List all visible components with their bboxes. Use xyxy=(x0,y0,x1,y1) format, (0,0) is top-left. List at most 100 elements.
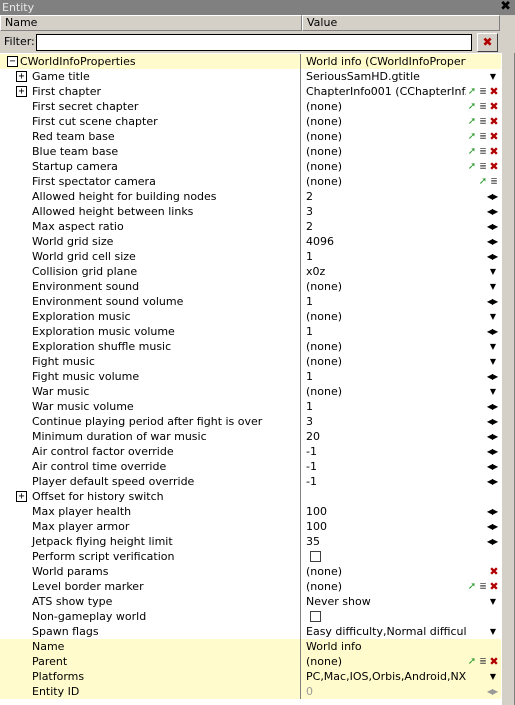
spinner-arrows-icon[interactable]: ◀▶ xyxy=(485,446,499,458)
property-value-cell[interactable]: -1 ◀▶ xyxy=(302,444,501,459)
collapse-minus-icon[interactable]: − xyxy=(7,56,18,67)
property-value-cell[interactable] xyxy=(302,489,501,504)
close-icon[interactable]: ✖ xyxy=(500,0,511,14)
property-row[interactable]: Exploration music volume 1 ◀▶ xyxy=(0,324,501,339)
dropdown-arrow-icon[interactable]: ▼ xyxy=(487,356,499,368)
dropdown-arrow-icon[interactable]: ▼ xyxy=(487,626,499,638)
spinner-arrows-icon[interactable]: ◀▶ xyxy=(485,461,499,473)
property-row[interactable]: Spawn flags Easy difficulty,Normal diffic… xyxy=(0,624,501,639)
property-row[interactable]: First cut scene chapter (none) ➚ ≣ ✖ xyxy=(0,114,501,129)
property-row[interactable]: Platforms PC,Mac,IOS,Orbis,Android,NX,Dur… xyxy=(0,669,501,684)
list-icon[interactable]: ≣ xyxy=(478,581,488,593)
list-icon[interactable]: ≣ xyxy=(478,116,488,128)
property-value-cell[interactable]: World info (CWorldInfoProperties) xyxy=(302,54,501,69)
property-value-cell[interactable]: ChapterInfo001 (CChapterInf... ➚ ≣ ✖ xyxy=(302,84,501,99)
property-row[interactable]: Red team base (none) ➚ ≣ ✖ xyxy=(0,129,501,144)
property-row[interactable]: Perform script verification xyxy=(0,549,501,564)
pick-icon[interactable]: ➚ xyxy=(467,86,477,98)
property-value-cell[interactable]: World info xyxy=(302,639,501,654)
property-row[interactable]: Max player health 100 ◀▶ xyxy=(0,504,501,519)
property-row[interactable]: Continue playing period after fight is o… xyxy=(0,414,501,429)
property-row[interactable]: Non-gameplay world xyxy=(0,609,501,624)
property-checkbox[interactable] xyxy=(310,611,321,622)
property-value-cell[interactable]: 35 ◀▶ xyxy=(302,534,501,549)
spinner-arrows-icon[interactable]: ◀▶ xyxy=(485,506,499,518)
property-row[interactable]: War music (none) ▼ xyxy=(0,384,501,399)
dropdown-arrow-icon[interactable]: ▼ xyxy=(487,386,499,398)
property-value-cell[interactable]: (none) ➚ ≣ ✖ xyxy=(302,114,501,129)
spinner-arrows-icon[interactable]: ◀▶ xyxy=(485,191,499,203)
delete-icon[interactable]: ✖ xyxy=(489,100,499,113)
dropdown-arrow-icon[interactable]: ▼ xyxy=(487,281,499,293)
spinner-arrows-icon[interactable]: ◀▶ xyxy=(485,476,499,488)
pick-icon[interactable]: ➚ xyxy=(478,176,488,188)
list-icon[interactable]: ≣ xyxy=(478,146,488,158)
property-row[interactable]: World params (none) ✖ xyxy=(0,564,501,579)
property-row[interactable]: Name World info xyxy=(0,639,501,654)
property-row[interactable]: Fight music volume 1 ◀▶ xyxy=(0,369,501,384)
property-row[interactable]: Player default speed override -1 ◀▶ xyxy=(0,474,501,489)
property-row[interactable]: World grid size 4096 ◀▶ xyxy=(0,234,501,249)
spinner-arrows-icon[interactable]: ◀▶ xyxy=(485,536,499,548)
property-value-cell[interactable]: (none) ➚ ≣ ✖ xyxy=(302,144,501,159)
column-header-value[interactable]: Value xyxy=(302,15,500,31)
column-header-name[interactable]: Name xyxy=(0,15,302,31)
property-row[interactable]: Collision grid plane x0z ▼ xyxy=(0,264,501,279)
pick-icon[interactable]: ➚ xyxy=(467,581,477,593)
property-value-cell[interactable]: PC,Mac,IOS,Orbis,Android,NX,Dura... ▼ xyxy=(302,669,501,684)
property-row[interactable]: World grid cell size 1 ◀▶ xyxy=(0,249,501,264)
property-row[interactable]: First secret chapter (none) ➚ ≣ ✖ xyxy=(0,99,501,114)
property-value-cell[interactable]: -1 ◀▶ xyxy=(302,459,501,474)
property-row[interactable]: Minimum duration of war music 20 ◀▶ xyxy=(0,429,501,444)
property-value-cell[interactable]: 0 ◀▶ xyxy=(302,684,501,699)
property-row[interactable]: Entity ID 0 ◀▶ xyxy=(0,684,501,699)
property-value-cell[interactable]: (none) ▼ xyxy=(302,354,501,369)
property-row[interactable]: ATS show type Never show ▼ xyxy=(0,594,501,609)
property-row[interactable]: Max aspect ratio 2 ◀▶ xyxy=(0,219,501,234)
property-value-cell[interactable]: 1 ◀▶ xyxy=(302,399,501,414)
property-checkbox[interactable] xyxy=(310,551,321,562)
property-value-cell[interactable]: 1 ◀▶ xyxy=(302,294,501,309)
property-value-cell[interactable]: (none) ➚ ≣ ✖ xyxy=(302,654,501,669)
property-row[interactable]: Exploration shuffle music (none) ▼ xyxy=(0,339,501,354)
spinner-arrows-icon[interactable]: ◀▶ xyxy=(485,431,499,443)
delete-icon[interactable]: ✖ xyxy=(489,565,499,578)
property-value-cell[interactable]: (none) ➚ ≣ ✖ xyxy=(302,129,501,144)
property-row[interactable]: Startup camera (none) ➚ ≣ ✖ xyxy=(0,159,501,174)
property-row[interactable]: Max player armor 100 ◀▶ xyxy=(0,519,501,534)
delete-icon[interactable]: ✖ xyxy=(489,85,499,98)
expand-plus-icon[interactable]: + xyxy=(16,86,27,97)
list-icon[interactable]: ≣ xyxy=(478,131,488,143)
property-value-cell[interactable]: (none) ▼ xyxy=(302,384,501,399)
property-row[interactable]: Fight music (none) ▼ xyxy=(0,354,501,369)
property-row[interactable]: Allowed height for building nodes 2 ◀▶ xyxy=(0,189,501,204)
delete-icon[interactable]: ✖ xyxy=(489,145,499,158)
property-value-cell[interactable]: SeriousSamHD.gtitle ▼ xyxy=(302,69,501,84)
dropdown-arrow-icon[interactable]: ▼ xyxy=(487,266,499,278)
property-value-cell[interactable]: (none) ✖ xyxy=(302,564,501,579)
property-value-cell[interactable]: (none) ▼ xyxy=(302,309,501,324)
list-icon[interactable]: ≣ xyxy=(489,176,499,188)
property-value-cell[interactable]: (none) ➚ ≣ ✖ xyxy=(302,99,501,114)
property-value-cell[interactable]: (none) ➚ ≣ ✖ xyxy=(302,579,501,594)
property-row[interactable]: Jetpack flying height limit 35 ◀▶ xyxy=(0,534,501,549)
property-value-cell[interactable] xyxy=(302,609,501,624)
property-value-cell[interactable]: 4096 ◀▶ xyxy=(302,234,501,249)
dropdown-arrow-icon[interactable]: ▼ xyxy=(487,311,499,323)
delete-icon[interactable]: ✖ xyxy=(489,655,499,668)
property-value-cell[interactable]: 20 ◀▶ xyxy=(302,429,501,444)
property-value-cell[interactable]: (none) ▼ xyxy=(302,339,501,354)
property-value-cell[interactable]: 1 ◀▶ xyxy=(302,369,501,384)
property-value-cell[interactable]: (none) ➚ ≣ ✖ xyxy=(302,159,501,174)
vertical-scrollbar[interactable] xyxy=(501,53,515,705)
spinner-arrows-icon[interactable]: ◀▶ xyxy=(485,521,499,533)
property-value-cell[interactable]: 1 ◀▶ xyxy=(302,324,501,339)
property-value-cell[interactable]: 3 ◀▶ xyxy=(302,204,501,219)
spinner-arrows-icon[interactable]: ◀▶ xyxy=(485,326,499,338)
property-value-cell[interactable]: 2 ◀▶ xyxy=(302,189,501,204)
dropdown-arrow-icon[interactable]: ▼ xyxy=(487,71,499,83)
property-row[interactable]: Environment sound (none) ▼ xyxy=(0,279,501,294)
spinner-arrows-icon[interactable]: ◀▶ xyxy=(485,236,499,248)
spinner-arrows-icon[interactable]: ◀▶ xyxy=(485,221,499,233)
list-icon[interactable]: ≣ xyxy=(478,656,488,668)
